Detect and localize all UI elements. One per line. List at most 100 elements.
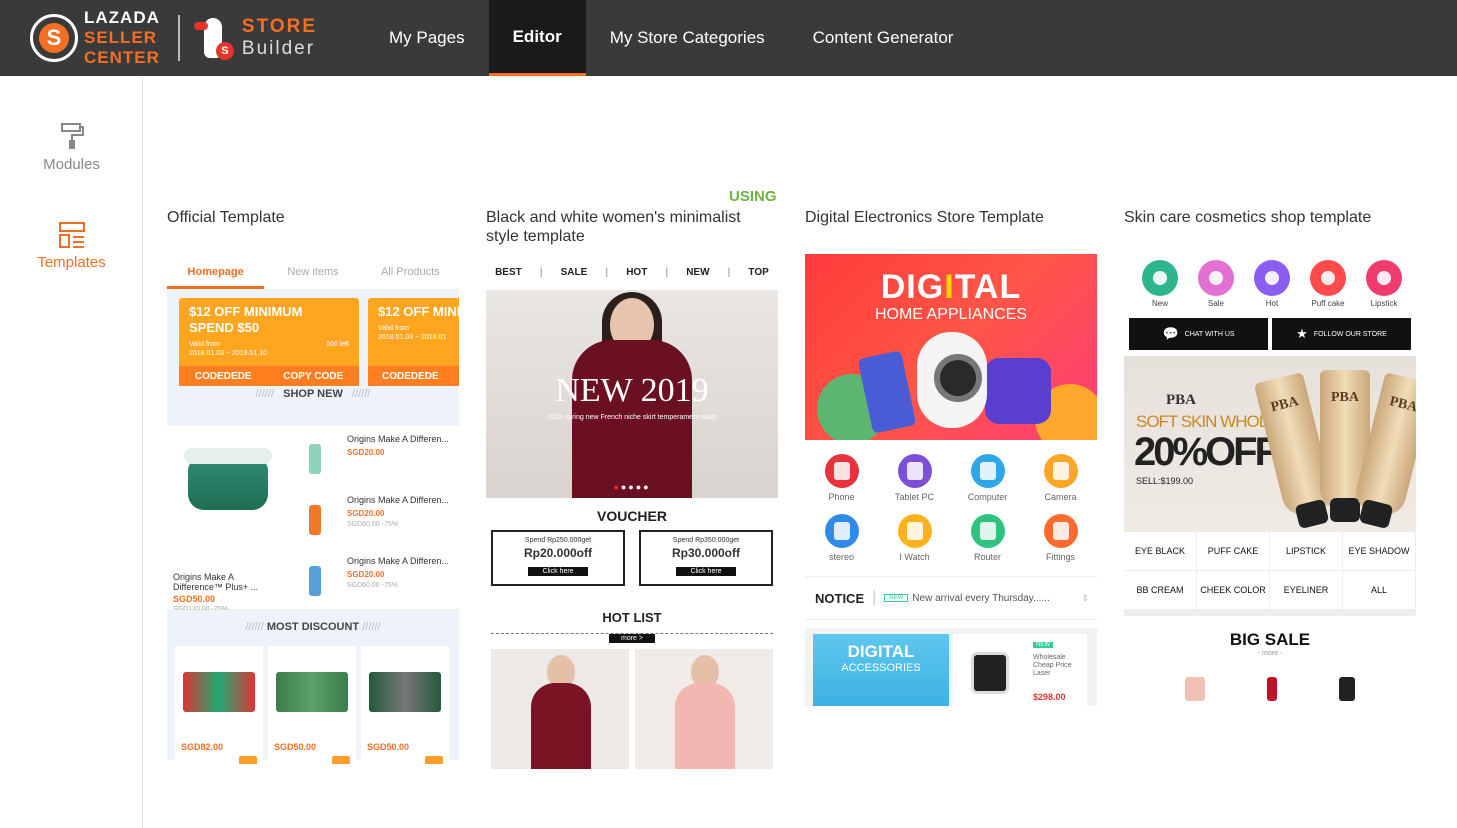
voucher-strip: $12 OFF MINIMUM SPEND $50 Valid from 201… xyxy=(167,290,459,388)
follow-store-button: ★ FOLLOW OUR STORE xyxy=(1272,318,1411,350)
layout-icon xyxy=(58,222,85,248)
preview-tabs: Homepage New items All Products xyxy=(167,254,459,290)
more-link: - more - xyxy=(1257,650,1283,657)
product-row: Origins Make A Differen... SGD20.00 SGD6… xyxy=(295,491,455,549)
category-camera: Camera xyxy=(1024,454,1097,502)
template-title: Official Template xyxy=(167,209,285,226)
category-sale: Sale xyxy=(1188,260,1244,312)
template-title: Black and white women's minimalist style… xyxy=(486,209,741,245)
template-preview[interactable]: New Sale Hot Puff cake Lipstick E 💬CHAT … xyxy=(1124,254,1416,709)
product-photo xyxy=(635,649,773,769)
watch-icon xyxy=(897,514,932,548)
nav-content-generator[interactable]: Content Generator xyxy=(789,0,978,76)
hero-banner: NEW 2019 2019 spring new French niche sk… xyxy=(486,290,778,498)
discount-card: SGD82.00 xyxy=(175,646,263,764)
using-badge: USING xyxy=(729,188,777,205)
voucher-card: Spend Rp350.000get Rp30.000off Click her… xyxy=(639,530,773,586)
store-builder-logo-icon: S xyxy=(193,12,234,64)
store-buttons: 💬 CHAT WITH US ★ FOLLOW OUR STORE xyxy=(1124,312,1416,350)
router-icon xyxy=(970,514,1005,548)
preview-nav: BEST | SALE | HOT | NEW | TOP xyxy=(495,266,769,278)
camera-icon xyxy=(1043,454,1078,488)
notice-bar: NOTICE | NEW New arrival every Thursday..… xyxy=(805,576,1097,620)
grid-item: EYE BLACK xyxy=(1124,532,1197,571)
carousel-dots: ●●●●● xyxy=(613,482,651,492)
top-bar: S LAZADA SELLER CENTER S STORE Builder M… xyxy=(0,0,1457,76)
heart-icon xyxy=(1142,260,1178,296)
voucher-row: Spend Rp250.000get Rp20.000off Click her… xyxy=(486,524,778,586)
nav-my-store-categories[interactable]: My Store Categories xyxy=(586,0,789,76)
computer-icon xyxy=(970,454,1005,488)
grid-item: EYE SHADOW xyxy=(1343,532,1416,571)
discount-card: SGD50.00 xyxy=(268,646,356,764)
category-grid: EYE BLACK PUFF CAKE LIPSTICK EYE SHADOW … xyxy=(1124,532,1416,616)
category-stereo: stereo xyxy=(805,514,878,562)
more-link: more > xyxy=(491,627,773,643)
tablet-icon xyxy=(897,454,932,488)
section-heading: ////// MOST DISCOUNT ////// xyxy=(245,621,381,633)
voucher-heading: VOUCHER xyxy=(596,508,667,524)
speaker-icon xyxy=(824,514,859,548)
nav-editor[interactable]: Editor xyxy=(488,0,586,76)
grid-item: ALL xyxy=(1343,571,1416,610)
most-discount-section: ////// MOST DISCOUNT ////// SGD82.00 SGD… xyxy=(167,610,459,764)
grid-item: LIPSTICK xyxy=(1270,532,1343,571)
updown-arrow-icon: ⇕ xyxy=(1081,592,1089,603)
sidebar-item-label: Modules xyxy=(43,156,100,173)
voucher-card: Spend Rp250.000get Rp20.000off Click her… xyxy=(491,530,625,586)
template-preview[interactable]: BEST | SALE | HOT | NEW | TOP NEW 2019 2019 … xyxy=(486,254,778,772)
template-preview[interactable]: Homepage New items All Products $12 OFF … xyxy=(167,254,459,772)
category-router: Router xyxy=(951,514,1024,562)
category-puff-cake: Puff cake xyxy=(1300,260,1356,312)
voucher-card: $12 OFF MINI SPEND $50 Valid from 2018.0… xyxy=(368,298,459,386)
grid-item: EYELINER xyxy=(1270,571,1343,610)
nav-my-pages[interactable]: My Pages xyxy=(365,0,489,76)
product-photos xyxy=(486,649,778,769)
grid-item: BB CREAM xyxy=(1124,571,1197,610)
paint-roller-icon xyxy=(60,123,84,149)
discount-card: SGD50.00 xyxy=(361,646,449,764)
category-more: E xyxy=(1412,260,1416,312)
template-preview[interactable]: DIGITAL HOME APPLIANCES Phone Tablet PC … xyxy=(805,254,1097,706)
grid-item: CHEEK COLOR xyxy=(1197,571,1270,610)
compact-icon xyxy=(1310,260,1346,296)
hot-list-heading: HOT LIST xyxy=(602,610,662,625)
accessories-section: DIGITAL ACCESSORIES NEW Wholesale Cheap … xyxy=(805,628,1097,706)
category-icons: Phone Tablet PC Computer Camera stereo I… xyxy=(805,440,1097,562)
lazada-logo-icon: S xyxy=(30,14,78,62)
brand-logo[interactable]: S LAZADA SELLER CENTER S STORE Builder xyxy=(0,0,360,76)
hero-banner: DIGITAL HOME APPLIANCES xyxy=(805,254,1097,440)
chat-with-us-button: 💬 CHAT WITH US xyxy=(1129,318,1268,350)
sidebar-item-label: Templates xyxy=(37,254,106,271)
sun-icon xyxy=(1254,260,1290,296)
star-icon: ★ xyxy=(1296,326,1308,341)
product-card: NEW Wholesale Cheap Price Laser $298.00 xyxy=(953,634,1087,706)
product-row: Origins Make A Differen... SGD20.00 xyxy=(295,430,455,488)
category-tablet: Tablet PC xyxy=(878,454,951,502)
category-icons: New Sale Hot Puff cake Lipstick E xyxy=(1124,254,1416,312)
category-fittings: Fittings xyxy=(1024,514,1097,562)
store-builder-wordmark: STORE Builder xyxy=(241,16,318,59)
product-list: Origins Make A Difference™ Plus+ ... SGD… xyxy=(167,426,459,613)
sidebar-item-modules[interactable]: Modules xyxy=(0,122,143,174)
accessories-banner: DIGITAL ACCESSORIES xyxy=(813,634,949,706)
tag-icon xyxy=(1198,260,1234,296)
lazada-seller-center-wordmark: LAZADA SELLER CENTER xyxy=(84,8,160,67)
preview-tab: All Products xyxy=(380,266,440,278)
big-sale-heading: BIG SALE xyxy=(1229,630,1311,649)
preview-tab: Homepage xyxy=(167,254,265,289)
template-title: Skin care cosmetics shop template xyxy=(1124,209,1372,226)
fittings-icon xyxy=(1043,514,1078,548)
template-gallery: Official Template Homepage New items All… xyxy=(143,76,1457,828)
main-nav: My Pages Editor My Store Categories Cont… xyxy=(365,0,977,76)
section-heading: ////// SHOP NEW ////// xyxy=(167,388,459,426)
hero-banner: PBA SOFT SKIN WHOLE 20%OFF SELL:$199.00 … xyxy=(1124,356,1416,532)
chat-bubble-icon: 💬 xyxy=(1162,326,1179,341)
lipstick-icon xyxy=(1366,260,1402,296)
category-watch: I Watch xyxy=(878,514,951,562)
product-card: Origins Make A Difference™ Plus+ ... SGD… xyxy=(173,432,283,613)
template-title: Digital Electronics Store Template xyxy=(805,209,1044,226)
sidebar: Modules Templates xyxy=(0,76,143,828)
sidebar-item-templates[interactable]: Templates xyxy=(0,222,143,272)
preview-tab: New items xyxy=(287,266,339,278)
